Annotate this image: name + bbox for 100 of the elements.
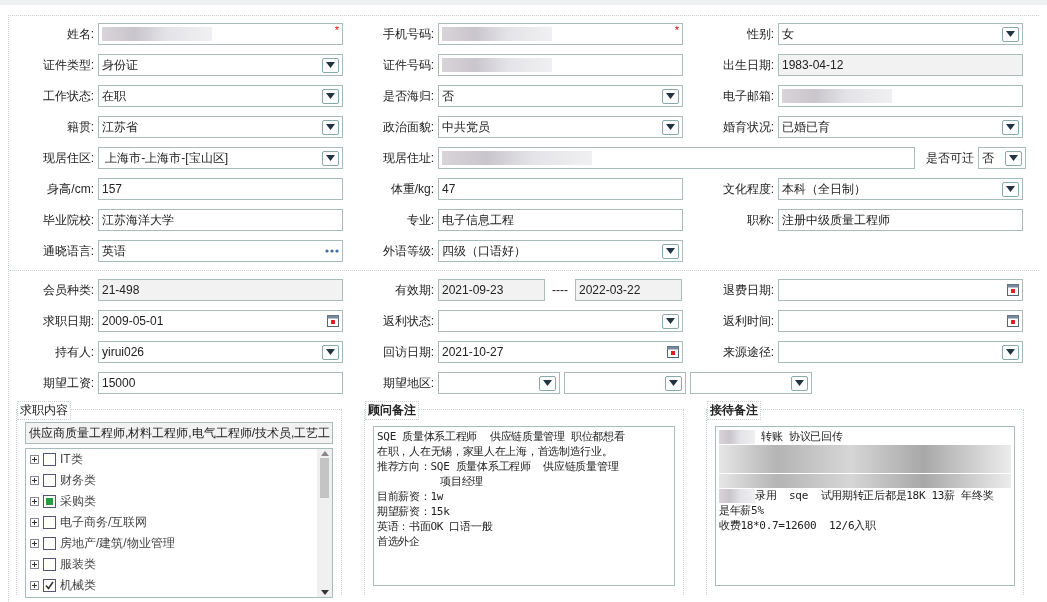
input-field[interactable]: 47 — [438, 178, 683, 200]
select-field[interactable] — [690, 372, 812, 394]
checkbox[interactable] — [43, 453, 56, 466]
dropdown-button[interactable] — [322, 150, 339, 166]
date-field[interactable]: 2009-05-01 — [98, 310, 343, 332]
calendar-icon[interactable] — [1007, 284, 1019, 296]
tree-item-label[interactable]: 服装类 — [60, 556, 96, 573]
expand-icon[interactable] — [30, 476, 39, 485]
dropdown-button[interactable] — [791, 375, 808, 391]
select-field[interactable] — [564, 372, 686, 394]
notes-text-area[interactable]: 转账 协议已回传 录用 sqe 试用期转正后都是18K 13薪 年终奖 是年薪5% 收费18*0.7=12600 12/6入职 — [715, 426, 1015, 586]
dropdown-caret-icon — [326, 349, 335, 355]
dropdown-button[interactable] — [665, 375, 682, 391]
required-mark: * — [674, 24, 679, 36]
select-field[interactable]: 女 — [778, 23, 1023, 45]
input-field[interactable]: 江苏海洋大学 — [98, 209, 343, 231]
dropdown-button[interactable] — [662, 243, 679, 259]
select-field[interactable]: 否 — [978, 147, 1026, 169]
input-field[interactable]: * — [438, 23, 683, 45]
notes-text-area[interactable]: SQE 质量体系工程师 供应链质量管理 职位都想看 在职，人在无锡，家里人在上海，首选制造行业。 推荐方向：SQE 质量体系工程师 供应链质量管理 项目经理 目前薪资：1w 期望薪资：15k 英语：书面OK 口语一般 首选外企 — [373, 426, 675, 586]
scroll-up-icon[interactable] — [320, 451, 329, 456]
scroll-down-icon[interactable] — [320, 590, 329, 595]
select-field[interactable] — [438, 372, 560, 394]
scrollbar[interactable] — [317, 449, 332, 597]
date-field[interactable]: 2022-03-22 — [575, 279, 682, 301]
input-field[interactable]: 英语 — [98, 240, 343, 262]
dropdown-button[interactable] — [539, 375, 556, 391]
note-text: 目前薪资：1w — [377, 489, 444, 504]
dropdown-button[interactable] — [322, 344, 339, 360]
input-field[interactable]: 电子信息工程 — [438, 209, 683, 231]
select-field[interactable]: 身份证 — [98, 54, 343, 76]
field-label: 政治面貌: — [381, 118, 434, 136]
expand-icon[interactable] — [30, 539, 39, 548]
field-label: 外语等级: — [381, 242, 434, 260]
dropdown-button[interactable] — [322, 57, 339, 73]
input-field[interactable]: 15000 — [98, 372, 343, 394]
dropdown-button[interactable] — [1002, 26, 1019, 42]
input-field[interactable]: 21-498 — [98, 279, 343, 301]
note-text: 录用 sqe 试用期转正后都是18K 13薪 年终奖 — [755, 488, 994, 503]
input-field[interactable] — [438, 147, 915, 169]
select-field[interactable] — [438, 310, 683, 332]
tree-item-label[interactable]: 财务类 — [60, 472, 96, 489]
checkbox[interactable] — [43, 495, 56, 508]
note-text: 英语：书面OK 口语一般 — [377, 519, 493, 534]
checkbox[interactable] — [43, 516, 56, 529]
select-field[interactable]: 已婚已育 — [778, 116, 1023, 138]
tree-item-label[interactable]: 机械类 — [60, 577, 96, 594]
input-field[interactable]: 供应商质量工程师,材料工程师,电气工程师/技术员,工艺工 — [25, 422, 333, 444]
checkbox[interactable] — [43, 537, 56, 550]
date-field[interactable]: 2021-10-27 — [438, 341, 683, 363]
tree-item-label[interactable]: IT类 — [60, 451, 83, 468]
tree-item-label[interactable]: 电子商务/互联网 — [60, 514, 148, 531]
calendar-icon[interactable] — [667, 346, 679, 358]
select-field[interactable]: 江苏省 — [98, 116, 343, 138]
calendar-icon[interactable] — [1007, 315, 1019, 327]
select-field[interactable]: 否 — [438, 85, 683, 107]
dropdown-button[interactable] — [662, 88, 679, 104]
dropdown-button[interactable] — [1002, 181, 1019, 197]
dropdown-button[interactable] — [1002, 119, 1019, 135]
dropdown-button[interactable] — [322, 119, 339, 135]
input-field[interactable]: 注册中级质量工程师 — [778, 209, 1023, 231]
checkbox[interactable] — [43, 579, 56, 592]
tree-item-label[interactable]: 采购类 — [60, 493, 96, 510]
select-field[interactable] — [778, 341, 1023, 363]
date-field[interactable]: 2021-09-23 — [438, 279, 545, 301]
input-field[interactable] — [438, 54, 683, 76]
checkbox[interactable] — [43, 474, 56, 487]
note-text: 首选外企 — [377, 534, 420, 549]
date-field[interactable] — [778, 279, 1023, 301]
select-field[interactable]: 四级（口语好） — [438, 240, 683, 262]
expand-icon[interactable] — [30, 560, 39, 569]
dropdown-button[interactable] — [322, 88, 339, 104]
select-field[interactable]: 中共党员 — [438, 116, 683, 138]
dropdown-button[interactable] — [1002, 344, 1019, 360]
input-field[interactable]: 157 — [98, 178, 343, 200]
tree-item-label[interactable]: 房地产/建筑/物业管理 — [60, 535, 175, 552]
scrollbar-thumb[interactable] — [320, 458, 329, 498]
input-field[interactable]: 1983-04-12 — [778, 54, 1023, 76]
dropdown-caret-icon — [666, 318, 675, 324]
expand-icon[interactable] — [30, 518, 39, 527]
select-field[interactable]: 本科（全日制） — [778, 178, 1023, 200]
field-label: 现居住址: — [381, 149, 434, 167]
expand-icon[interactable] — [30, 581, 39, 590]
group-title: 接待备注 — [707, 401, 761, 420]
expand-icon[interactable] — [30, 455, 39, 464]
calendar-icon[interactable] — [327, 315, 339, 327]
checkbox[interactable] — [43, 558, 56, 571]
input-field[interactable]: * — [98, 23, 343, 45]
expand-icon[interactable] — [30, 497, 39, 506]
date-field[interactable] — [778, 310, 1023, 332]
dropdown-caret-icon — [543, 380, 552, 386]
select-field[interactable]: 上海市-上海市-[宝山区] — [98, 147, 343, 169]
dropdown-caret-icon — [666, 248, 675, 254]
select-field[interactable]: yirui026 — [98, 341, 343, 363]
input-field[interactable] — [778, 85, 1023, 107]
dropdown-button[interactable] — [662, 119, 679, 135]
dropdown-button[interactable] — [1005, 150, 1022, 166]
more-icon[interactable] — [325, 249, 339, 253]
dropdown-button[interactable] — [662, 313, 679, 329]
select-field[interactable]: 在职 — [98, 85, 343, 107]
